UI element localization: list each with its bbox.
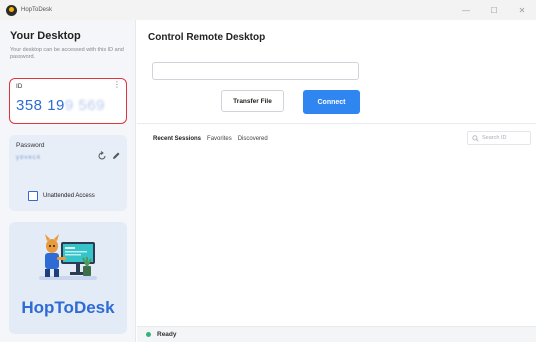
brand-card: HopToDesk — [9, 222, 127, 334]
desktop-id-visible: 358 19 — [16, 97, 65, 114]
search-id-box[interactable]: Search ID — [467, 131, 531, 145]
search-icon — [472, 134, 479, 142]
tab-discovered[interactable]: Discovered — [238, 136, 268, 142]
window-title: HopToDesk — [21, 7, 53, 13]
tab-favorites[interactable]: Favorites — [207, 136, 232, 142]
window-controls: — ☐ ✕ — [452, 0, 536, 20]
app-logo-icon — [6, 4, 17, 16]
unattended-access-label: Unattended Access — [43, 193, 95, 199]
title-bar: HopToDesk — ☐ ✕ — [0, 0, 536, 20]
search-id-placeholder: Search ID — [482, 135, 507, 141]
password-label: Password — [16, 142, 45, 149]
close-button[interactable]: ✕ — [508, 0, 536, 20]
section-divider — [137, 123, 536, 124]
edit-password-icon[interactable] — [111, 151, 121, 161]
id-card: ID ⋮ 358 199 569 — [9, 78, 127, 124]
status-bar: Ready — [137, 326, 536, 342]
transfer-file-button[interactable]: Transfer File — [221, 90, 284, 112]
brand-illustration-icon — [39, 234, 97, 280]
connect-button[interactable]: Connect — [303, 90, 360, 114]
password-card: Password y8vec4 Unattended Access — [9, 135, 127, 211]
maximize-button[interactable]: ☐ — [480, 0, 508, 20]
status-text: Ready — [157, 331, 177, 338]
main-panel: Control Remote Desktop Transfer File Con… — [137, 20, 536, 342]
minimize-button[interactable]: — — [452, 0, 480, 20]
remote-id-input[interactable] — [152, 62, 359, 80]
id-label: ID — [16, 83, 23, 90]
tab-recent-sessions[interactable]: Recent Sessions — [153, 136, 201, 142]
session-tabs: Recent Sessions Favorites Discovered — [153, 136, 274, 142]
more-options-icon[interactable]: ⋮ — [113, 81, 121, 89]
refresh-password-icon[interactable] — [97, 151, 107, 161]
page-title: Control Remote Desktop — [148, 32, 266, 43]
brand-name: HopToDesk — [21, 298, 115, 317]
password-value: y8vec4 — [16, 155, 42, 161]
unattended-access-toggle[interactable]: Unattended Access — [28, 191, 95, 201]
your-desktop-title: Your Desktop — [10, 30, 81, 42]
unattended-access-checkbox[interactable] — [28, 191, 38, 201]
status-indicator-icon — [146, 332, 151, 337]
desktop-id-obscured: 9 569 — [64, 97, 105, 114]
desktop-id-value: 358 199 569 — [16, 97, 105, 114]
your-desktop-description: Your desktop can be accessed with this I… — [10, 47, 124, 60]
sidebar: Your Desktop Your desktop can be accesse… — [0, 20, 136, 342]
